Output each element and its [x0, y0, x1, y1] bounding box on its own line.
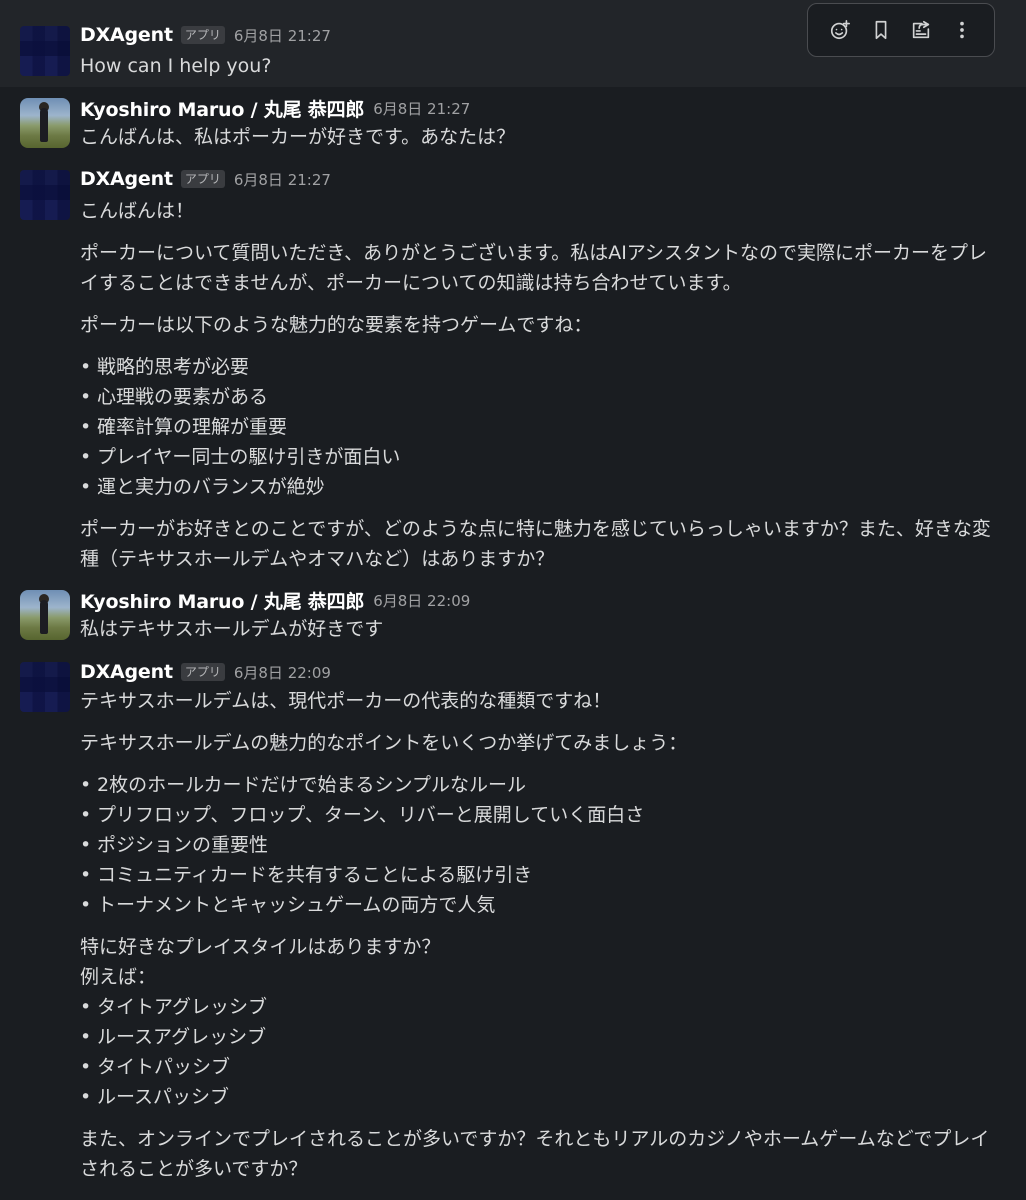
message-text: 特に好きなプレイスタイルはありますか？ [80, 936, 441, 958]
avatar-photo-figure [40, 600, 48, 634]
list-item: • 確率計算の理解が重要 [80, 416, 288, 438]
message[interactable]: DXAgent アプリ 6月8日 22:09 テキサスホールデムは、現代ポーカー… [0, 651, 1026, 1200]
message[interactable]: Kyoshiro Maruo / 丸尾 恭四郎 6月8日 22:09 私はテキサ… [0, 579, 1026, 651]
sender-name[interactable]: Kyoshiro Maruo / 丸尾 恭四郎 [80, 95, 364, 122]
message[interactable]: DXAgent アプリ 6月8日 21:27 How can I help yo… [0, 0, 1026, 87]
message-text: こんばんは、私はポーカーが好きです。あなたは？ [80, 126, 516, 148]
list-item: • 2枚のホールカードだけで始まるシンプルなルール [80, 774, 526, 796]
avatar-photo-figure [40, 108, 48, 142]
message-text: テキサスホールデムの魅力的なポイントをいくつか挙げてみましょう： [80, 732, 688, 754]
list-item: • ポジションの重要性 [80, 834, 269, 856]
app-badge: アプリ [180, 26, 225, 44]
message-pane: DXAgent アプリ 6月8日 21:27 How can I help yo… [0, 0, 1026, 1200]
bot-avatar[interactable] [20, 26, 70, 76]
message-text: 私はテキサスホールデムが好きです [80, 618, 384, 640]
message-text: 例えば： [80, 966, 157, 988]
message-text: また、オンラインでプレイされることが多いですか？それともリアルのカジノやホームゲ… [80, 1128, 990, 1180]
message-header: DXAgent アプリ 6月8日 21:27 [80, 167, 331, 191]
message-body: テキサスホールデムは、現代ポーカーの代表的な種類ですね！ テキサスホールデムの魅… [80, 686, 1000, 1184]
list-item: • タイトアグレッシブ [80, 996, 268, 1018]
list-item: • 戦略的思考が必要 [80, 356, 250, 378]
message[interactable]: Kyoshiro Maruo / 丸尾 恭四郎 6月8日 21:27 こんばんは… [0, 87, 1026, 159]
user-avatar[interactable] [20, 98, 70, 148]
list-item: • 運と実力のバランスが絶妙 [80, 476, 325, 498]
list-item: • トーナメントとキャッシュゲームの両方で人気 [80, 894, 496, 916]
more-actions-icon [959, 21, 964, 39]
message-actions-toolbar [807, 3, 995, 57]
message[interactable]: DXAgent アプリ 6月8日 21:27 こんばんは！ ポーカーについて質問… [0, 159, 1026, 579]
message-text: こんばんは！ [80, 200, 195, 222]
timestamp[interactable]: 6月8日 21:27 [234, 169, 331, 190]
list-item: • コミュニティカードを共有することによる駆け引き [80, 864, 533, 886]
bot-avatar[interactable] [20, 662, 70, 712]
bookmark-icon [875, 20, 887, 40]
forward-button[interactable] [903, 12, 939, 48]
add-reaction-icon [831, 20, 851, 40]
bullet-list: • タイトアグレッシブ • ルースアグレッシブ • タイトパッシブ • ルースパッシブ [80, 992, 1000, 1112]
timestamp[interactable]: 6月8日 21:27 [373, 98, 470, 119]
timestamp[interactable]: 6月8日 22:09 [373, 590, 470, 611]
message-body: 私はテキサスホールデムが好きです [80, 614, 1000, 644]
message-text: テキサスホールデムは、現代ポーカーの代表的な種類ですね！ [80, 690, 612, 712]
sender-name[interactable]: DXAgent [80, 168, 173, 190]
sender-name[interactable]: Kyoshiro Maruo / 丸尾 恭四郎 [80, 587, 364, 614]
timestamp[interactable]: 6月8日 21:27 [234, 25, 331, 46]
message-text: ポーカーがお好きとのことですが、どのような点に特に魅力を感じていらっしゃいますか… [80, 518, 991, 570]
timestamp[interactable]: 6月8日 22:09 [234, 662, 331, 683]
message-header: Kyoshiro Maruo / 丸尾 恭四郎 6月8日 22:09 [80, 587, 470, 614]
list-item: • 心理戦の要素がある [80, 386, 269, 408]
message-text: ポーカーについて質問いただき、ありがとうございます。私はAIアシスタントなので実… [80, 242, 988, 294]
list-item: • ルースパッシブ [80, 1086, 230, 1108]
list-item: • ルースアグレッシブ [80, 1026, 267, 1048]
user-avatar[interactable] [20, 590, 70, 640]
bot-avatar[interactable] [20, 170, 70, 220]
message-header: Kyoshiro Maruo / 丸尾 恭四郎 6月8日 21:27 [80, 95, 470, 122]
list-item: • タイトパッシブ [80, 1056, 231, 1078]
message-header: DXAgent アプリ 6月8日 21:27 [80, 23, 331, 47]
message-body: こんばんは、私はポーカーが好きです。あなたは？ [80, 122, 1000, 152]
sender-name[interactable]: DXAgent [80, 661, 173, 683]
forward-message-icon [913, 20, 930, 39]
add-reaction-button[interactable] [822, 12, 858, 48]
app-badge: アプリ [180, 663, 225, 681]
message-text: ポーカーは以下のような魅力的な要素を持つゲームですね： [80, 314, 593, 336]
more-actions-button[interactable] [944, 12, 980, 48]
message-body: こんばんは！ ポーカーについて質問いただき、ありがとうございます。私はAIアシス… [80, 196, 1000, 574]
app-badge: アプリ [180, 170, 225, 188]
bullet-list: • 2枚のホールカードだけで始まるシンプルなルール • プリフロップ、フロップ、ター… [80, 770, 1000, 920]
list-item: • プリフロップ、フロップ、ターン、リバーと展開していく面白さ [80, 804, 645, 826]
list-item: • プレイヤー同士の駆け引きが面白い [80, 446, 401, 468]
sender-name[interactable]: DXAgent [80, 24, 173, 46]
message-header: DXAgent アプリ 6月8日 22:09 [80, 660, 331, 684]
bullet-list: • 戦略的思考が必要 • 心理戦の要素がある • 確率計算の理解が重要 • プレイヤー同… [80, 352, 1000, 502]
save-button[interactable] [863, 12, 899, 48]
